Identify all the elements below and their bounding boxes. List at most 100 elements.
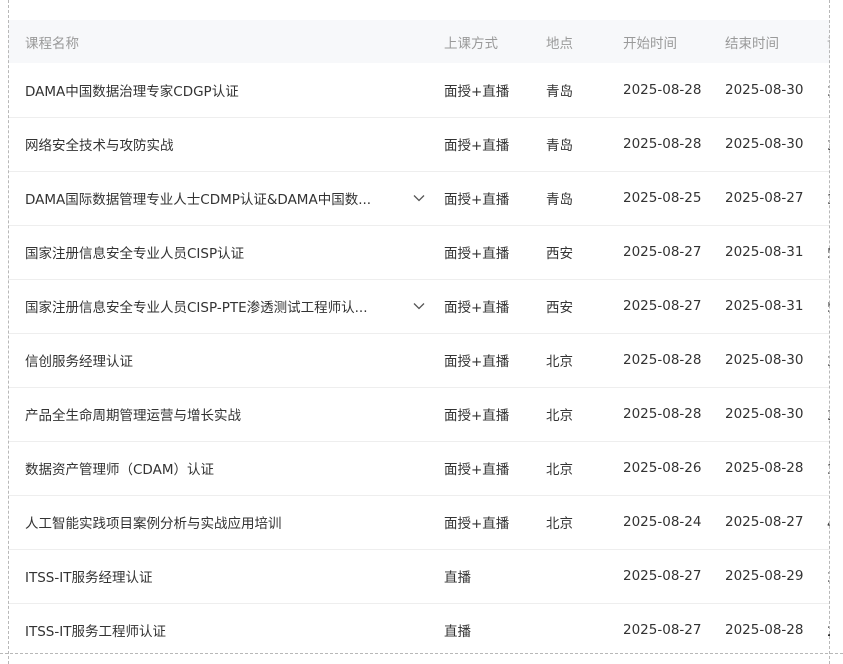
course-name-wrapper: 网络安全技术与攻防实战 [25,134,442,154]
course-name[interactable]: ITSS-IT服务经理认证 [25,566,152,586]
table-row[interactable]: 产品全生命周期管理运营与增长实战 面授+直播 北京 2025-08-28 2025-08… [8,387,830,441]
course-name-wrapper: ITSS-IT服务经理认证 [25,566,442,586]
course-place: 西安 [546,300,573,316]
course-name-cell: 国家注册信息安全专业人员CISP认证 [8,225,443,279]
course-name-cell: 人工智能实践项目案例分析与实战应用培训 [8,495,443,549]
course-end-date: 2025-08-30 [725,352,804,368]
course-end-date: 2025-08-28 [725,460,804,476]
course-end-date: 2025-08-31 [725,298,804,314]
course-name-wrapper: DAMA中国数据治理专家CDGP认证 [25,80,442,100]
course-name-cell: DAMA中国数据治理专家CDGP认证 [8,63,443,117]
course-start-date: 2025-08-26 [623,460,702,476]
table-row[interactable]: DAMA国际数据管理专业人士CDMP认证&DAMA中国数... 面授+直播 青岛 20… [8,171,830,225]
course-duration: 3天 [826,171,830,225]
course-name[interactable]: 数据资产管理师（CDAM）认证 [25,458,214,478]
course-method: 面授+直播 [444,83,510,100]
course-start-date: 2025-08-27 [623,244,702,260]
table-row[interactable]: 国家注册信息安全专业人员CISP认证 面授+直播 西安 2025-08-27 2025-… [8,225,830,279]
column-header-method: 上课方式 [444,35,498,52]
table-header: 课程名称 上课方式 地点 开始时间 结束时间 课时 [8,20,830,63]
course-name-cell: ITSS-IT服务工程师认证 [8,603,443,655]
course-place: 北京 [546,462,573,478]
course-end-date: 2025-08-31 [725,244,804,260]
course-duration: 3天 [826,549,830,603]
course-method: 面授+直播 [444,516,510,532]
course-name[interactable]: DAMA中国数据治理专家CDGP认证 [25,80,239,100]
table-row[interactable]: 人工智能实践项目案例分析与实战应用培训 面授+直播 北京 2025-08-24 2025… [8,495,830,549]
course-name-cell: DAMA国际数据管理专业人士CDMP认证&DAMA中国数... [8,171,443,225]
table-row[interactable]: DAMA中国数据治理专家CDGP认证 面授+直播 青岛 2025-08-28 2025-… [8,63,830,117]
course-place: 北京 [546,516,573,532]
course-name[interactable]: DAMA国际数据管理专业人士CDMP认证&DAMA中国数... [25,188,371,208]
course-start-date: 2025-08-28 [623,136,702,152]
table-row[interactable]: ITSS-IT服务工程师认证 直播 2025-08-27 2025-08-28 2天 [8,603,830,655]
table-body: DAMA中国数据治理专家CDGP认证 面授+直播 青岛 2025-08-28 2025-… [8,63,830,655]
course-name-wrapper: 产品全生命周期管理运营与增长实战 [25,404,442,424]
course-name-wrapper: 信创服务经理认证 [25,350,442,370]
column-header-start: 开始时间 [623,35,677,52]
course-name-wrapper: 数据资产管理师（CDAM）认证 [25,458,442,478]
course-duration: 4天 [826,495,830,549]
course-name-wrapper: 人工智能实践项目案例分析与实战应用培训 [25,512,442,532]
table-row[interactable]: 信创服务经理认证 面授+直播 北京 2025-08-28 2025-08-30 3天 [8,333,830,387]
course-name-cell: 网络安全技术与攻防实战 [8,117,443,171]
course-duration: 3天 [826,117,830,171]
course-name[interactable]: 人工智能实践项目案例分析与实战应用培训 [25,512,282,532]
header-row: 课程名称 上课方式 地点 开始时间 结束时间 课时 [8,20,830,63]
course-duration: 3天 [826,387,830,441]
course-duration: 5天 [826,279,830,333]
course-place: 西安 [546,246,573,262]
course-end-date: 2025-08-30 [725,81,804,98]
course-start-date: 2025-08-24 [623,514,702,530]
course-place: 青岛 [546,83,573,100]
course-name[interactable]: 产品全生命周期管理运营与增长实战 [25,404,241,424]
course-method: 直播 [444,570,471,586]
course-start-date: 2025-08-28 [623,406,702,422]
course-name-cell: 数据资产管理师（CDAM）认证 [8,441,443,495]
course-end-date: 2025-08-27 [725,190,804,206]
course-end-date: 2025-08-30 [725,136,804,152]
course-method: 面授+直播 [444,300,510,316]
table-row[interactable]: 数据资产管理师（CDAM）认证 面授+直播 北京 2025-08-26 2025-08-… [8,441,830,495]
course-duration: 2天 [826,603,830,655]
course-name[interactable]: 国家注册信息安全专业人员CISP-PTE渗透测试工程师认... [25,296,367,316]
column-header-name: 课程名称 [25,35,79,52]
table-row[interactable]: ITSS-IT服务经理认证 直播 2025-08-27 2025-08-29 3天 [8,549,830,603]
column-header-place: 地点 [546,35,573,52]
course-name-cell: 产品全生命周期管理运营与增长实战 [8,387,443,441]
course-place: 青岛 [546,192,573,208]
course-method: 面授+直播 [444,138,510,154]
course-method: 面授+直播 [444,192,510,208]
course-start-date: 2025-08-28 [623,81,702,98]
course-end-date: 2025-08-29 [725,568,804,584]
course-method: 面授+直播 [444,462,510,478]
course-end-date: 2025-08-28 [725,622,804,638]
course-start-date: 2025-08-27 [623,622,702,638]
table-row[interactable]: 国家注册信息安全专业人员CISP-PTE渗透测试工程师认... 面授+直播 西安 20… [8,279,830,333]
course-method: 面授+直播 [444,246,510,262]
table-row[interactable]: 网络安全技术与攻防实战 面授+直播 青岛 2025-08-28 2025-08-30 3天 [8,117,830,171]
column-header-end: 结束时间 [725,35,779,52]
course-start-date: 2025-08-25 [623,190,702,206]
course-name[interactable]: 国家注册信息安全专业人员CISP认证 [25,242,244,262]
course-place: 北京 [546,408,573,424]
column-header-hours: 课时 [826,20,830,63]
course-name-wrapper: ITSS-IT服务工程师认证 [25,620,442,640]
course-duration: 3天 [826,441,830,495]
course-duration: 3天 [826,333,830,387]
course-start-date: 2025-08-27 [623,568,702,584]
course-end-date: 2025-08-30 [725,406,804,422]
course-name-wrapper: DAMA国际数据管理专业人士CDMP认证&DAMA中国数... [25,188,442,208]
course-duration: 5天 [826,225,830,279]
chevron-down-icon[interactable] [412,191,426,205]
course-name[interactable]: 网络安全技术与攻防实战 [25,134,174,154]
course-name[interactable]: ITSS-IT服务工程师认证 [25,620,166,640]
course-name[interactable]: 信创服务经理认证 [25,350,133,370]
course-duration: 3天 [826,63,830,117]
course-method: 面授+直播 [444,408,510,424]
torn-edge-right [829,0,843,664]
chevron-down-icon[interactable] [412,299,426,313]
course-name-cell: 国家注册信息安全专业人员CISP-PTE渗透测试工程师认... [8,279,443,333]
course-end-date: 2025-08-27 [725,514,804,530]
course-schedule-panel: 课程名称 上课方式 地点 开始时间 结束时间 课时 DAMA中国数据治理专家CD… [8,20,830,655]
